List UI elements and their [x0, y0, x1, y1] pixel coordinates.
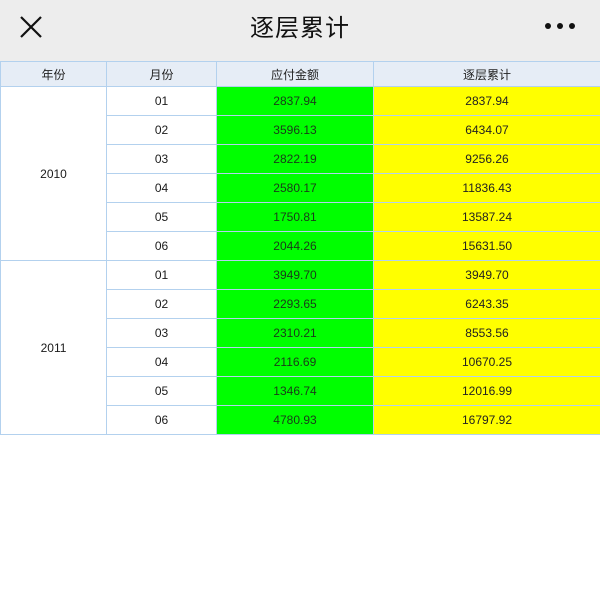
amount-cell: 2044.26	[216, 231, 374, 261]
month-cell: 03	[106, 144, 217, 174]
table-header-row: 年份 月份 应付金额 逐层累计	[0, 61, 600, 87]
amount-cell: 2580.17	[216, 173, 374, 203]
month-cell: 04	[106, 173, 217, 203]
cumulative-cell: 15631.50	[373, 231, 600, 261]
cumulative-cell: 2837.94	[373, 86, 600, 116]
year-cell: 2010	[0, 86, 107, 261]
cumulative-cell: 3949.70	[373, 260, 600, 290]
header-year: 年份	[0, 61, 107, 87]
amount-cell: 1346.74	[216, 376, 374, 406]
amount-cell: 2116.69	[216, 347, 374, 377]
amount-cell: 3596.13	[216, 115, 374, 145]
title-bar: 逐层累计	[0, 0, 600, 61]
amount-cell: 3949.70	[216, 260, 374, 290]
month-cell: 01	[106, 86, 217, 116]
cumulative-cell: 16797.92	[373, 405, 600, 435]
month-cell: 06	[106, 231, 217, 261]
amount-cell: 2310.21	[216, 318, 374, 348]
month-cell: 04	[106, 347, 217, 377]
cumulative-cell: 10670.25	[373, 347, 600, 377]
amount-cell: 2822.19	[216, 144, 374, 174]
year-cell: 2011	[0, 260, 107, 435]
table-row: 2010 01 2837.94 2837.94	[0, 86, 600, 261]
header-month: 月份	[106, 61, 217, 87]
amount-cell: 2293.65	[216, 289, 374, 319]
cumulative-table: 年份 月份 应付金额 逐层累计 2010 01 2837.94 2837.94 …	[0, 61, 600, 435]
month-cell: 05	[106, 376, 217, 406]
month-cell: 03	[106, 318, 217, 348]
month-cell: 02	[106, 115, 217, 145]
amount-cell: 1750.81	[216, 202, 374, 232]
month-cell: 02	[106, 289, 217, 319]
cumulative-cell: 13587.24	[373, 202, 600, 232]
cumulative-cell: 12016.99	[373, 376, 600, 406]
close-icon	[20, 16, 42, 38]
amount-cell: 4780.93	[216, 405, 374, 435]
header-cumulative: 逐层累计	[373, 61, 600, 87]
close-button[interactable]	[14, 10, 48, 44]
cumulative-cell: 6434.07	[373, 115, 600, 145]
month-cell: 06	[106, 405, 217, 435]
header-amount: 应付金额	[216, 61, 374, 87]
more-button[interactable]	[542, 14, 578, 38]
table-row: 2011 01 3949.70 3949.70	[0, 260, 600, 435]
month-cell: 01	[106, 260, 217, 290]
more-dots-icon	[545, 23, 575, 29]
cumulative-cell: 11836.43	[373, 173, 600, 203]
month-cell: 05	[106, 202, 217, 232]
cumulative-cell: 8553.56	[373, 318, 600, 348]
amount-cell: 2837.94	[216, 86, 374, 116]
cumulative-cell: 6243.35	[373, 289, 600, 319]
page-title: 逐层累计	[250, 14, 350, 42]
cumulative-cell: 9256.26	[373, 144, 600, 174]
